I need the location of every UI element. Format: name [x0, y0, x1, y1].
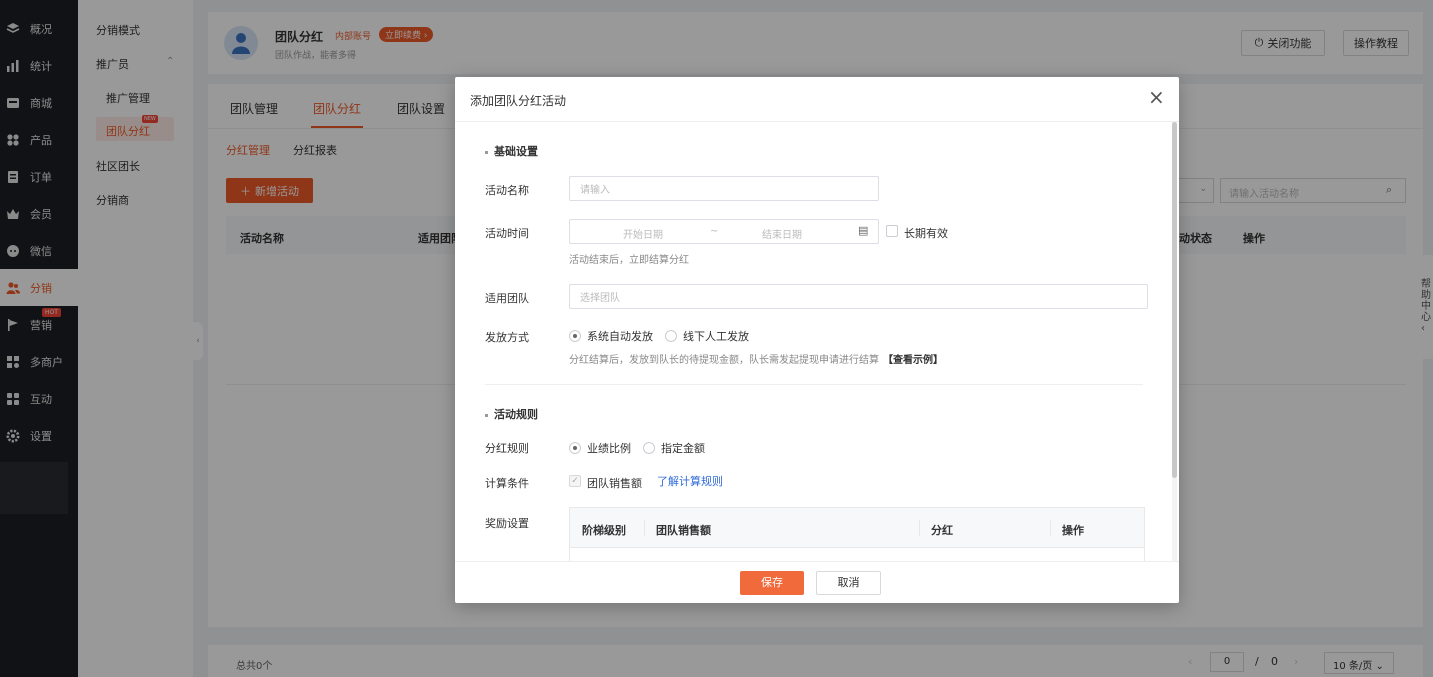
close-icon[interactable]: ×	[1148, 86, 1165, 108]
col-tier-level: 阶梯级别	[582, 524, 626, 537]
name-label: 活动名称	[485, 184, 529, 197]
scrollbar-thumb[interactable]	[1172, 122, 1177, 478]
col-divider	[644, 520, 645, 536]
rule-ratio-radio[interactable]: 业绩比例	[569, 440, 631, 456]
team-sales-checkbox[interactable]: ✓	[569, 475, 581, 487]
team-sales-label: 团队销售额	[587, 477, 642, 490]
pay-hint: 分红结算后，发放到队长的待提现金额，队长需发起提现申请进行结算	[569, 355, 879, 366]
add-activity-modal: 添加团队分红活动 × 基础设置 活动名称 请输入 活动时间 开始日期 ~ 结束日…	[455, 77, 1179, 603]
time-label: 活动时间	[485, 227, 529, 240]
rule-label: 分红规则	[485, 442, 529, 455]
rules-section-title: 活动规则	[485, 406, 538, 422]
modal-body: 基础设置 活动名称 请输入 活动时间 开始日期 ~ 结束日期 ▤ 长期有效 活动…	[455, 122, 1179, 561]
scrollbar-track[interactable]	[1172, 122, 1177, 561]
reward-table: 阶梯级别 团队销售额 分红 操作	[569, 507, 1145, 561]
rule-fixed-radio[interactable]: 指定金额	[643, 440, 705, 456]
date-range-picker[interactable]: 开始日期 ~ 结束日期 ▤	[569, 219, 879, 244]
activity-name-input[interactable]: 请输入	[569, 176, 879, 201]
long-term-checkbox[interactable]	[886, 225, 898, 237]
pay-manual-radio[interactable]: 线下人工发放	[665, 328, 749, 344]
time-hint: 活动结束后，立即结算分红	[569, 255, 689, 266]
radio-dot	[569, 442, 581, 454]
radio-dot	[665, 330, 677, 342]
range-separator: ~	[710, 226, 719, 237]
radio-dot	[569, 330, 581, 342]
col-divider	[919, 520, 920, 536]
basic-section-title: 基础设置	[485, 143, 538, 159]
start-date-input[interactable]: 开始日期	[623, 226, 663, 241]
view-example-link[interactable]: 【查看示例】	[883, 351, 943, 366]
section-divider	[485, 384, 1143, 385]
col-divider	[1050, 520, 1051, 536]
modal-title: 添加团队分红活动	[470, 94, 567, 108]
radio-dot	[643, 442, 655, 454]
col-bonus: 分红	[931, 524, 953, 537]
team-select[interactable]: 选择团队	[569, 284, 1148, 309]
col-reward-actions: 操作	[1062, 524, 1084, 537]
pay-auto-radio[interactable]: 系统自动发放	[569, 328, 653, 344]
calendar-icon: ▤	[858, 224, 869, 237]
long-term-label: 长期有效	[904, 227, 948, 240]
col-team-sales: 团队销售额	[656, 524, 711, 537]
cancel-button[interactable]: 取消	[816, 571, 881, 595]
calc-rule-link[interactable]: 了解计算规则	[657, 473, 723, 489]
calc-label: 计算条件	[485, 477, 529, 490]
team-label: 适用团队	[485, 292, 529, 305]
reward-label: 奖励设置	[485, 517, 529, 530]
modal-footer-divider	[455, 561, 1179, 562]
pay-label: 发放方式	[485, 331, 529, 344]
end-date-input[interactable]: 结束日期	[762, 226, 802, 241]
save-button[interactable]: 保存	[740, 571, 804, 595]
